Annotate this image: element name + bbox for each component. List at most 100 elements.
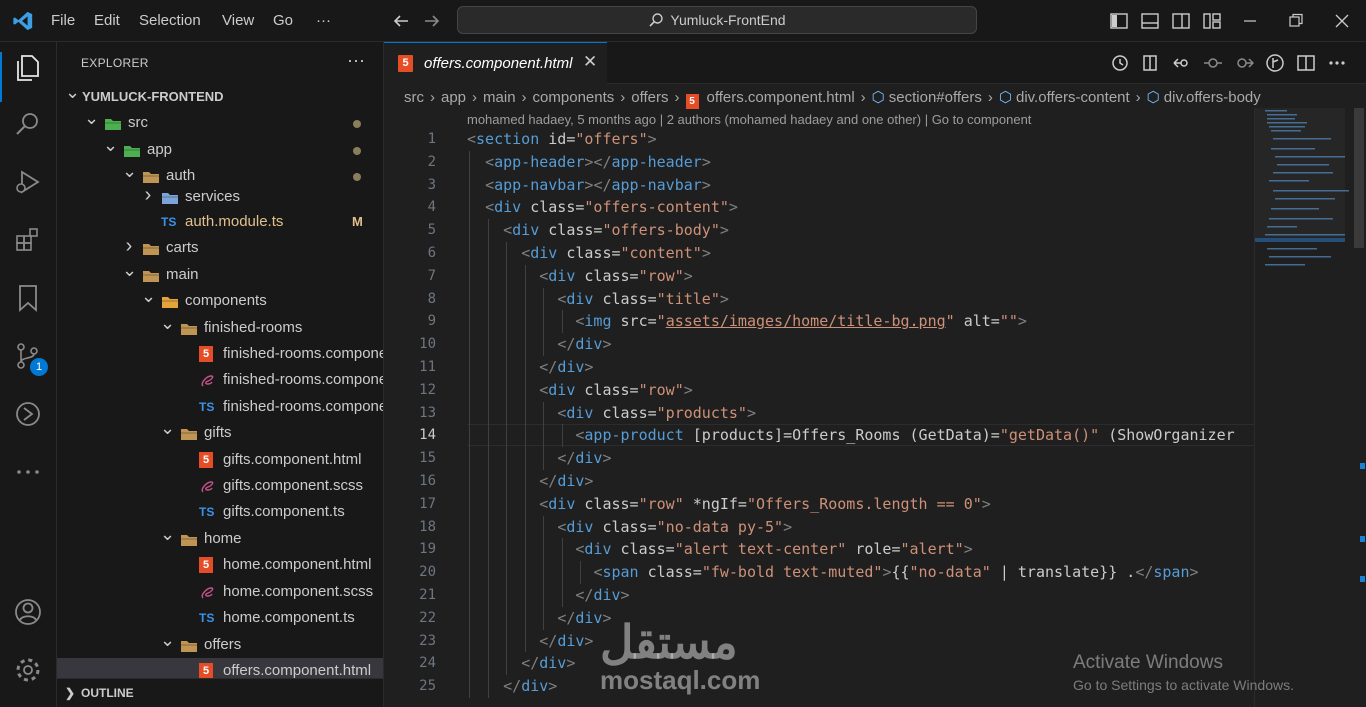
code-line: <span class="fw-bold text-muted">{{"no-d… xyxy=(593,563,1199,582)
breadcrumb-item[interactable]: src xyxy=(404,89,424,106)
toggle-panel-icon[interactable] xyxy=(1140,11,1160,31)
minimap[interactable] xyxy=(1254,108,1355,707)
open-changes-icon[interactable] xyxy=(1141,53,1161,73)
tree-file[interactable]: 5 gifts.component.html xyxy=(57,447,383,473)
line-number: 19 xyxy=(419,541,436,558)
tree-folder[interactable]: ⌄ app xyxy=(57,135,383,163)
tree-file[interactable]: gifts.component.scss xyxy=(57,473,383,499)
remote-explorer-icon[interactable] xyxy=(12,398,46,432)
tree-folder[interactable]: ⌄ home xyxy=(57,524,383,552)
activate-windows-title: Activate Windows xyxy=(1073,652,1223,673)
tab-offers-component-html[interactable]: 5 offers.component.html ✕ xyxy=(384,42,607,84)
run-debug-icon[interactable] xyxy=(12,166,46,200)
tree-folder[interactable]: › services xyxy=(57,184,383,210)
breadcrumb-item[interactable]: div.offers-body xyxy=(1164,89,1261,106)
line-number: 4 xyxy=(427,199,436,216)
breadcrumb-separator: › xyxy=(430,89,435,106)
extensions-icon[interactable] xyxy=(12,224,46,258)
tree-folder[interactable]: ⌄ finished-rooms xyxy=(57,313,383,341)
folder-open-icon xyxy=(142,267,160,283)
previous-change-icon[interactable] xyxy=(1203,53,1223,73)
line-number: 22 xyxy=(419,609,436,626)
line-number: 12 xyxy=(419,381,436,398)
chevron-down-icon: ⌄ xyxy=(103,135,119,155)
search-icon[interactable] xyxy=(12,108,46,142)
split-editor-icon[interactable] xyxy=(1296,53,1316,73)
workspace-root[interactable]: ⌄ YUMLUCK-FRONTEND xyxy=(57,82,383,110)
activity-bar: 1 xyxy=(0,42,57,707)
breadcrumb-item[interactable]: components xyxy=(533,89,615,106)
tab-close-icon[interactable]: ✕ xyxy=(583,52,597,72)
forward-arrow-icon[interactable] xyxy=(422,11,442,31)
tree-file[interactable]: 5 finished-rooms.component.h... xyxy=(57,341,383,367)
breadcrumb-item[interactable]: offers xyxy=(631,89,668,106)
vertical-scrollbar[interactable] xyxy=(1352,108,1366,707)
revert-icon[interactable] xyxy=(1172,53,1192,73)
tree-folder[interactable]: ⌄ main xyxy=(57,260,383,288)
tree-item-label: services xyxy=(185,188,241,205)
chevron-right-icon: › xyxy=(144,184,152,206)
tree-file[interactable]: home.component.scss xyxy=(57,579,383,605)
menu-go[interactable]: Go xyxy=(273,0,293,42)
outline-section[interactable]: ❯ OUTLINE xyxy=(57,678,383,707)
folder-src-icon xyxy=(104,115,122,131)
customize-layout-icon[interactable] xyxy=(1202,11,1222,31)
tab-strip: 5 offers.component.html ✕ xyxy=(384,42,1366,84)
toggle-secondary-sidebar-icon[interactable] xyxy=(1171,11,1191,31)
code-text-area[interactable]: <section id="offers"> <app-header></app-… xyxy=(467,128,1253,707)
symbol-element-icon: ⬡ xyxy=(998,89,1012,106)
menu-edit[interactable]: Edit xyxy=(94,0,120,42)
tree-file[interactable]: TS auth.module.ts M xyxy=(57,209,383,235)
active-indicator xyxy=(0,52,2,102)
code-line: <section id="offers"> xyxy=(467,130,657,148)
accounts-icon[interactable] xyxy=(12,596,46,630)
tree-file[interactable]: TS home.component.ts xyxy=(57,605,383,631)
git-blame-annotation[interactable]: mohamed hadaey, 5 months ago | 2 authors… xyxy=(467,112,1031,127)
explorer-icon[interactable] xyxy=(12,52,46,86)
command-center-search[interactable]: Yumluck-FrontEnd xyxy=(457,6,977,34)
folder-open-icon xyxy=(180,320,198,336)
settings-gear-icon[interactable] xyxy=(12,654,46,688)
bookmarks-icon[interactable] xyxy=(12,282,46,316)
typescript-file-icon: TS xyxy=(199,611,215,625)
tree-file[interactable]: 5 home.component.html xyxy=(57,552,383,578)
tree-file[interactable]: finished-rooms.component.s... xyxy=(57,367,383,393)
tree-item-label: home xyxy=(204,530,242,547)
breadcrumb-item[interactable]: app xyxy=(441,89,466,106)
scrollbar-thumb[interactable] xyxy=(1354,108,1364,248)
minimize-icon[interactable] xyxy=(1240,11,1260,31)
breadcrumb-item[interactable]: main xyxy=(483,89,516,106)
breadcrumb-item[interactable]: offers.component.html xyxy=(707,89,855,106)
restore-icon[interactable] xyxy=(1286,11,1306,31)
more-views-icon[interactable] xyxy=(12,456,46,490)
menu-file[interactable]: File xyxy=(51,0,75,42)
menu-selection[interactable]: Selection xyxy=(139,0,201,42)
sidebar-more-actions[interactable]: ··· xyxy=(347,50,365,71)
timeline-history-icon[interactable] xyxy=(1110,53,1130,73)
tree-folder[interactable]: ⌄ gifts xyxy=(57,418,383,446)
menu-view[interactable]: View xyxy=(222,0,254,42)
tree-item-label: gifts.component.html xyxy=(223,451,362,468)
tree-item-label: finished-rooms.component.s... xyxy=(223,371,383,388)
close-window-icon[interactable] xyxy=(1332,11,1352,31)
tree-folder[interactable]: ⌄ offers xyxy=(57,630,383,658)
tree-file[interactable]: TS finished-rooms.component.ts xyxy=(57,394,383,420)
next-change-icon[interactable] xyxy=(1234,53,1254,73)
breadcrumb-item[interactable]: div.offers-content xyxy=(1016,89,1130,106)
tree-file[interactable]: TS gifts.component.ts xyxy=(57,499,383,525)
breadcrumb-item[interactable]: section#offers xyxy=(889,89,982,106)
more-actions-icon[interactable] xyxy=(1327,53,1347,73)
folder-src-icon xyxy=(123,142,141,158)
git-graph-icon[interactable] xyxy=(1265,53,1285,73)
symbol-element-icon: ⬡ xyxy=(1146,89,1160,106)
line-number: 11 xyxy=(419,359,436,375)
tree-folder[interactable]: › carts xyxy=(57,235,383,261)
source-control-badge: 1 xyxy=(30,358,48,376)
back-arrow-icon[interactable] xyxy=(391,11,411,31)
line-number: 5 xyxy=(427,222,436,239)
folder-open-icon xyxy=(142,240,160,256)
chevron-down-icon: ⌄ xyxy=(122,161,138,181)
tree-folder[interactable]: ⌄ components xyxy=(57,286,383,314)
menu-more[interactable]: ··· xyxy=(316,0,331,42)
toggle-primary-sidebar-icon[interactable] xyxy=(1109,11,1129,31)
